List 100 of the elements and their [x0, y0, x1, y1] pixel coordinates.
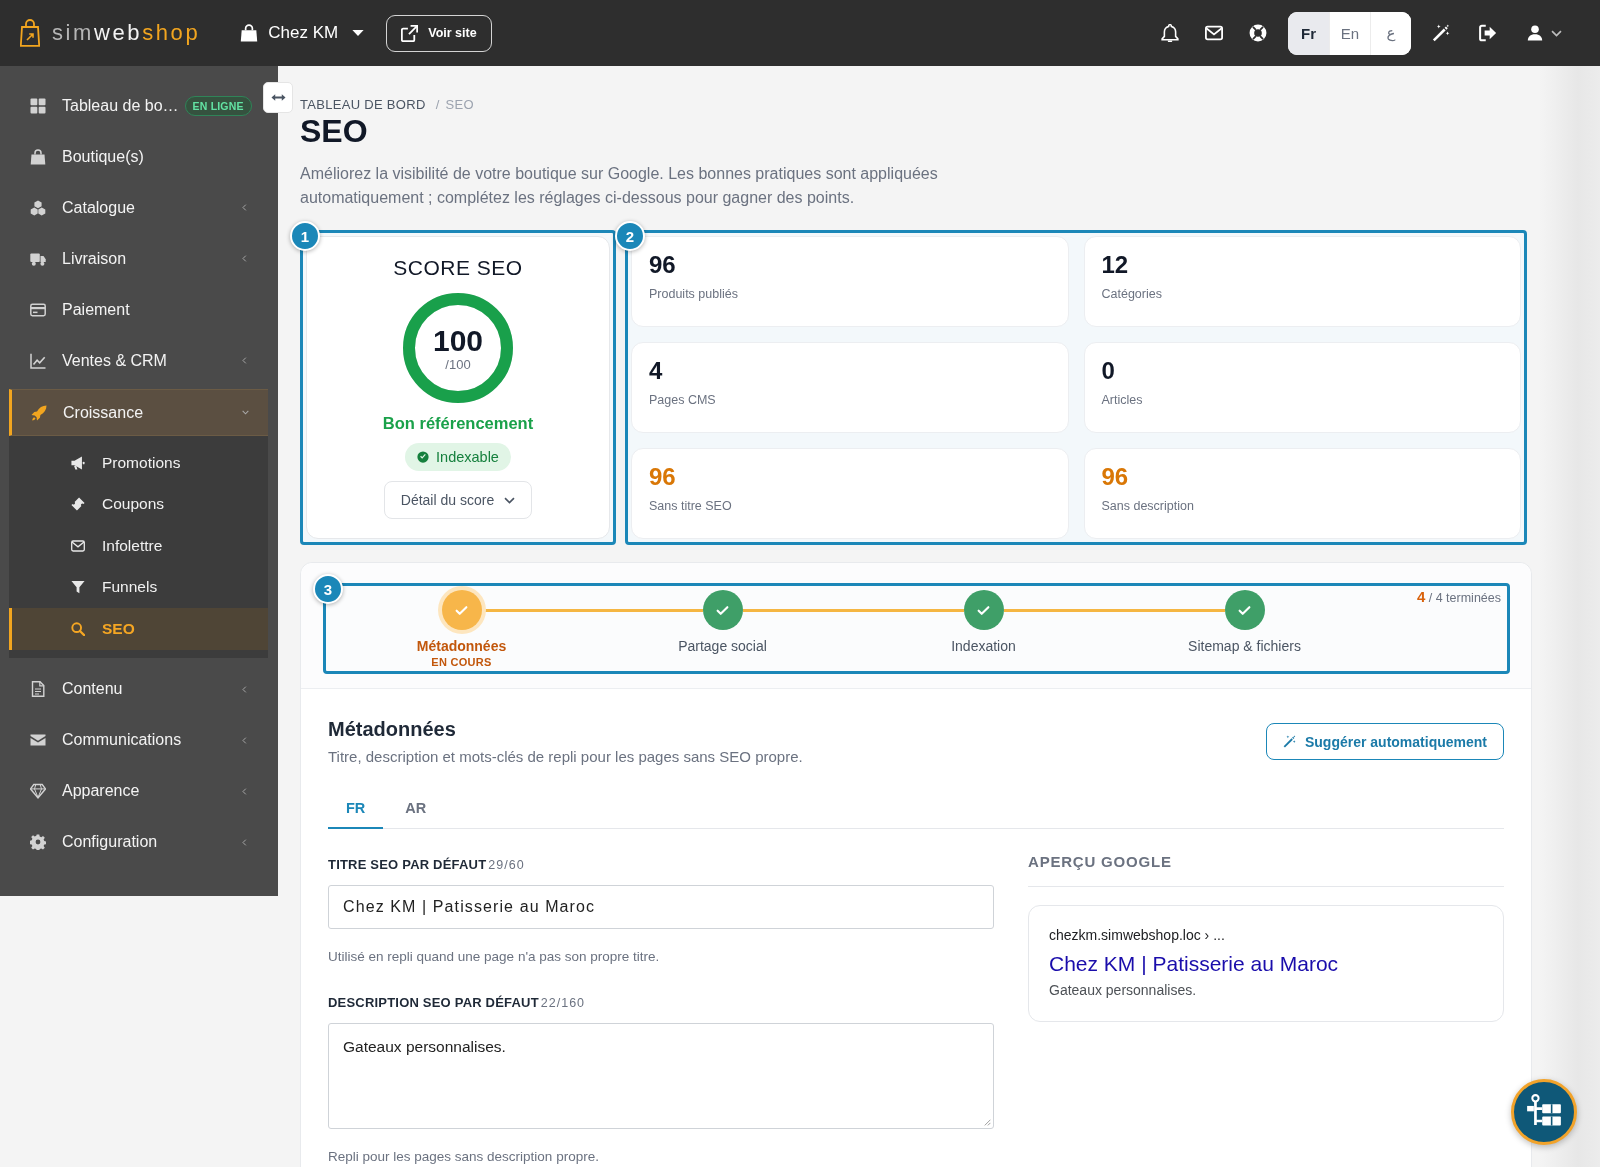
grid-icon	[30, 97, 46, 114]
stat-value: 12	[1101, 251, 1130, 279]
lifebuoy-icon[interactable]	[1249, 24, 1267, 42]
sidebar-item[interactable]: Croissance	[9, 389, 268, 436]
language-tab[interactable]: AR	[387, 789, 445, 829]
character-counter: 22/160	[540, 996, 586, 1010]
step-label[interactable]: Sitemap & fichiers	[1188, 638, 1301, 655]
check-icon	[716, 603, 729, 617]
boxes-icon	[30, 199, 46, 216]
sidebar-subitem[interactable]: Funnels	[9, 566, 268, 608]
check-icon	[1238, 603, 1251, 617]
tour-step-marker: 3	[313, 574, 343, 604]
step-indicator[interactable]	[702, 590, 743, 630]
megaphone-icon	[71, 455, 85, 470]
field-hint: Utilisé en repli quand une page n'a pas son propre titre.	[328, 948, 661, 966]
search-icon	[71, 621, 85, 636]
mail-icon[interactable]	[1205, 24, 1223, 42]
ticket-icon	[71, 497, 85, 512]
sidebar-item[interactable]: Paiement	[9, 284, 262, 335]
sidebar-item[interactable]: Livraison	[9, 233, 262, 284]
step-indicator[interactable]	[963, 590, 1004, 630]
diamond-icon	[30, 783, 46, 799]
sidebar-item[interactable]: Ventes & CRM	[9, 335, 262, 386]
stat-label: Articles	[1101, 393, 1144, 408]
field-hint: Repli pour les pages sans description propre.	[328, 1148, 600, 1166]
bell-icon[interactable]	[1161, 24, 1179, 42]
step-label[interactable]: Partage social	[678, 638, 767, 655]
stat-label: Sans description	[1101, 499, 1195, 514]
store-selector[interactable]: Chez KM	[240, 23, 365, 43]
stat-label: Pages CMS	[649, 393, 717, 408]
credit-card-icon	[30, 301, 46, 318]
page-description: Améliorez la visibilité de votre boutique sur Google. Les bonnes pratiques sont appliquées automatiquement ; complétez les réglages ci-dessous pour gagner des points.	[300, 164, 939, 208]
card-title: SCORE SEO	[393, 255, 523, 281]
sidebar-subitem[interactable]: SEO	[9, 608, 268, 650]
input-field[interactable]: Chez KM | Patisserie au Maroc	[328, 885, 994, 929]
score-rating: Bon référencement	[382, 413, 534, 433]
breadcrumb-separator: /	[435, 97, 440, 113]
step-label[interactable]: Indexation	[951, 638, 1016, 655]
sidebar-subitem[interactable]: Infolettre	[9, 525, 268, 567]
preview-heading: APERÇU GOOGLE	[1028, 853, 1504, 887]
score-detail-button[interactable]: Détail du score	[383, 481, 533, 519]
sidebar-item[interactable]: Catalogue	[9, 182, 262, 233]
magic-wand-icon[interactable]	[1432, 24, 1450, 42]
tour-step-marker: 2	[615, 221, 645, 251]
stat-label: Sans titre SEO	[649, 499, 733, 514]
breadcrumb-link[interactable]: TABLEAU DE BORD	[300, 97, 426, 113]
sidebar-item[interactable]: Tableau de bo… EN LIGNE	[9, 80, 262, 131]
language-option[interactable]: ع	[1370, 11, 1411, 55]
user-icon[interactable]	[1527, 25, 1543, 41]
step-indicator[interactable]	[1224, 590, 1265, 630]
sidebar-item[interactable]: Apparence	[9, 765, 262, 817]
progress-summary: 4 / 4 terminées	[1416, 589, 1501, 606]
rocket-icon	[31, 404, 47, 421]
page-title: SEO	[300, 113, 369, 149]
score-value: 100	[432, 324, 484, 357]
stat-label: Produits publiés	[649, 287, 739, 302]
stat-value: 4	[649, 357, 664, 385]
character-counter: 29/60	[488, 858, 525, 872]
result-title-link[interactable]: Chez KM | Patisserie au Maroc	[1049, 950, 1483, 978]
external-link-icon	[401, 24, 419, 42]
sidebar-item[interactable]: Contenu	[9, 663, 262, 715]
step-label[interactable]: Métadonnées	[416, 638, 507, 655]
section-subtitle: Titre, description et mots-clés de repli pour les pages sans SEO propre.	[328, 747, 803, 767]
status-text: Indexable	[436, 449, 499, 465]
section-title: Métadonnées	[328, 717, 457, 741]
result-snippet: Gateaux personnalises.	[1049, 981, 1198, 999]
field-label: TITRE SEO PAR DÉFAUT	[328, 857, 487, 873]
envelope-icon	[30, 732, 46, 748]
stat-value: 96	[649, 463, 677, 491]
logo-wordmark: simwebshop	[52, 19, 201, 47]
logo-bag-icon	[20, 19, 40, 47]
check-icon	[455, 603, 468, 617]
view-site-button[interactable]: Voir site	[386, 14, 492, 52]
result-url: chezkm.simwebshop.loc › ...	[1049, 926, 1226, 944]
funnel-icon	[71, 580, 85, 595]
sidebar-item[interactable]: Boutique(s)	[9, 131, 262, 182]
stat-value: 96	[1101, 463, 1130, 491]
gear-icon	[30, 834, 46, 850]
language-option[interactable]: Fr	[1288, 11, 1329, 55]
document-icon	[30, 681, 46, 697]
logout-icon[interactable]	[1479, 24, 1497, 42]
field-label: DESCRIPTION SEO PAR DÉFAUT	[328, 995, 539, 1011]
magic-wand-icon	[1282, 735, 1296, 748]
sidebar-subitem[interactable]: Promotions	[9, 442, 268, 484]
sidebar-item[interactable]: Communications	[9, 714, 262, 766]
stat-value: 96	[649, 251, 677, 279]
line-chart-icon	[30, 352, 46, 369]
check-icon	[977, 603, 990, 617]
language-tab[interactable]: FR	[328, 789, 384, 829]
shopping-bag-icon	[240, 24, 259, 42]
status-badge: EN LIGNE	[184, 95, 252, 116]
suggest-button[interactable]: Suggérer automatiquement	[1265, 723, 1504, 760]
textarea-field[interactable]: Gateaux personnalises.	[328, 1023, 994, 1129]
envelope-icon	[71, 538, 85, 553]
sidebar-item[interactable]: Configuration	[9, 816, 262, 868]
tour-step-marker: 1	[290, 221, 320, 251]
sidebar-toggle-button[interactable]	[263, 82, 293, 113]
sidebar-subitem[interactable]: Coupons	[9, 483, 268, 525]
stat-label: Catégories	[1101, 287, 1163, 302]
step-status: EN COURS	[431, 656, 492, 669]
